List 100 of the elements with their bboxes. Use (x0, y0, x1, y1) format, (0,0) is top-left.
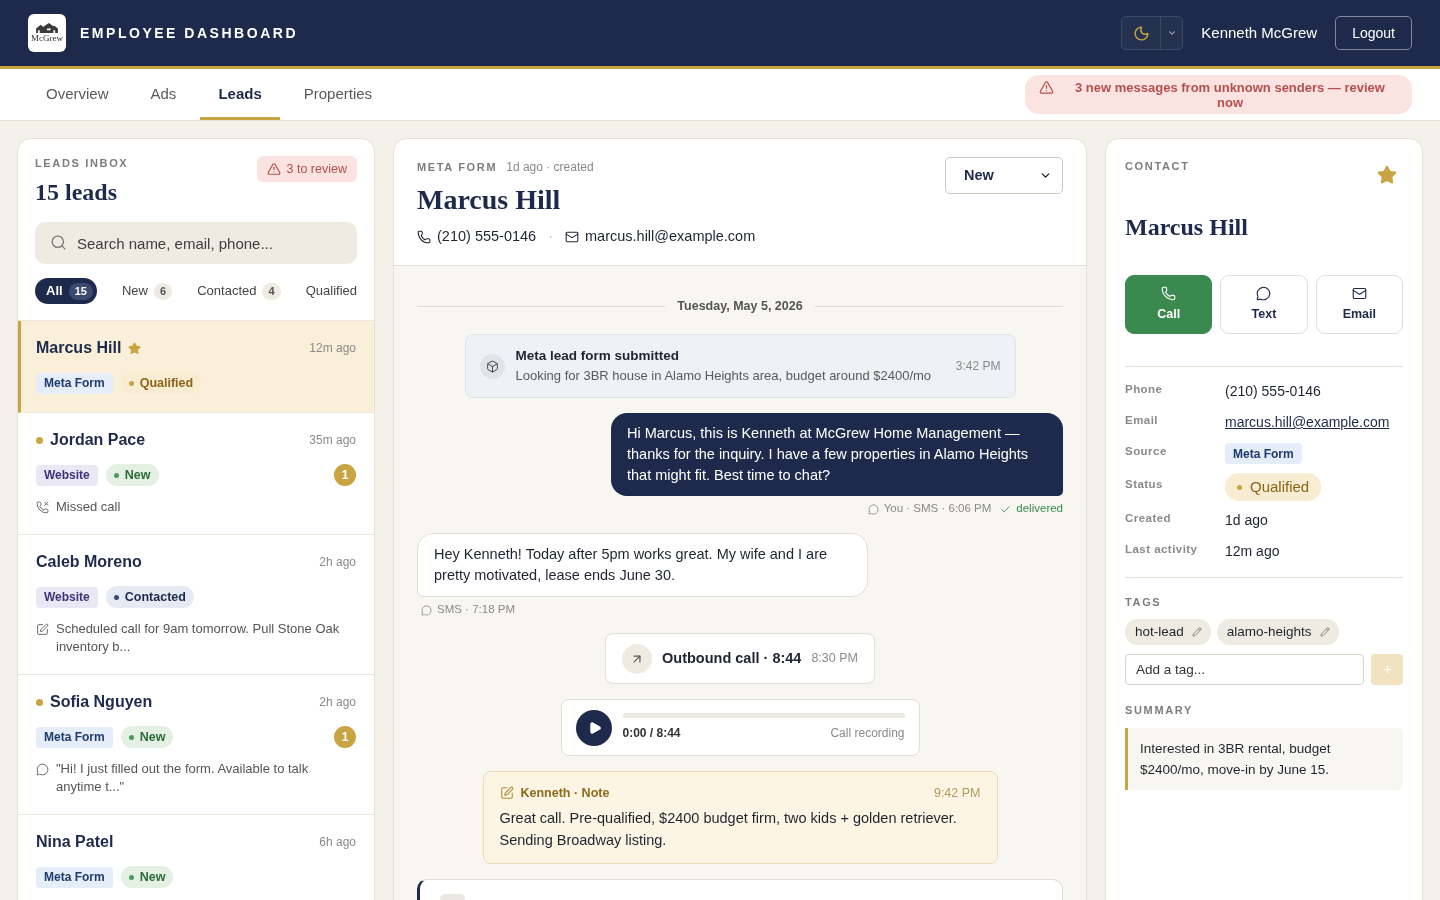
source-tag: Meta Form (36, 726, 113, 748)
lead-name: Nina Patel (36, 832, 114, 852)
alert-text: 3 new messages from unknown senders — review now (1074, 80, 1386, 110)
lead-time: 2h ago (319, 554, 356, 571)
nav-tab[interactable]: Ads (132, 69, 195, 120)
warning-icon (266, 162, 281, 176)
play-button[interactable] (575, 709, 612, 746)
field-label: Last activity (1125, 541, 1199, 557)
unread-count: 1 (334, 464, 356, 486)
nav-tab[interactable]: Properties (285, 69, 391, 120)
source-tag: Website (36, 586, 98, 608)
section-label: TAGS (1125, 595, 1163, 609)
pen-square-icon (36, 622, 49, 636)
pencil-icon[interactable] (1191, 627, 1202, 637)
pencil-icon[interactable] (1319, 627, 1330, 637)
call-button[interactable]: Call (1125, 275, 1213, 334)
count-badge: 4 (262, 282, 281, 300)
lead-time: 35m ago (309, 432, 356, 449)
source-tag: Meta Form (36, 866, 113, 888)
leads-count: 15 leads (35, 178, 118, 207)
message-meta: You · SMS · 6:06 PM (883, 501, 992, 517)
phone-icon (417, 230, 431, 244)
field-label: Status (1125, 477, 1164, 493)
date-label: Tuesday, May 5, 2026 (677, 297, 803, 315)
nav-tab[interactable]: Leads (200, 69, 280, 120)
status-label: Contacted (124, 588, 186, 606)
section-label: CONTACT (1125, 159, 1190, 173)
field-value: 12m ago (1225, 542, 1280, 561)
count-badge: 6 (154, 282, 173, 300)
email-address: marcus.hill@example.com (585, 227, 756, 247)
lead-row[interactable]: Marcus Hill 12m ago Meta Form Qualified (18, 321, 374, 413)
event-title: Meta lead form submitted (515, 347, 681, 365)
filter-chip[interactable]: New 6 (121, 278, 173, 304)
nav-tab[interactable]: Overview (28, 69, 127, 120)
field-value: (210) 555-0146 (1225, 382, 1321, 401)
missed-call-icon (36, 500, 49, 514)
cube-icon (479, 353, 505, 379)
progress-track[interactable] (622, 713, 905, 718)
lead-name: Sofia Nguyen (50, 692, 153, 712)
field-label: Created (1125, 510, 1173, 526)
note-text: Great call. Pre-qualified, $2400 budget firm, two kids + golden retriever. Sending Broadway listing. (499, 809, 958, 850)
note-author: Kenneth · Note (520, 784, 610, 802)
activity-text: "Hi! I just filled out the form. Available to talk anytime t..." (56, 760, 310, 796)
tag-input[interactable]: Add a tag... (1125, 654, 1364, 685)
mail-icon (565, 230, 579, 244)
caret-icon (1166, 28, 1177, 38)
search-field[interactable]: Search name, email, phone... (35, 222, 357, 264)
lead-time: 6h ago (319, 834, 356, 851)
phone-icon (1161, 285, 1177, 301)
play-icon (587, 720, 602, 735)
plus-icon (1381, 664, 1393, 675)
tag-label: hot-lead (1135, 622, 1184, 641)
lead-time: 2h ago (319, 694, 356, 711)
activity-text: Scheduled call for 9am tomorrow. Pull Stone Oak inventory b... (56, 620, 341, 656)
review-text: 3 to review (286, 160, 347, 178)
status-label: Qualified (139, 374, 194, 392)
phone-number: (210) 555-0146 (437, 227, 537, 247)
created-time: 1d ago · created (506, 159, 594, 176)
status-select[interactable]: New (945, 157, 1063, 194)
theme-toggle[interactable] (1121, 16, 1184, 50)
alert-banner[interactable]: 3 new messages from unknown senders — review now (1025, 75, 1412, 114)
email-button[interactable]: Email (1315, 275, 1403, 334)
email-link[interactable]: marcus.hill@example.com (1225, 412, 1390, 433)
mail-icon (1351, 285, 1367, 301)
star-icon[interactable] (1377, 165, 1397, 185)
source-tag: Meta Form (1225, 443, 1302, 464)
field-label: Phone (1125, 381, 1164, 397)
recording-label: Call recording (830, 725, 905, 742)
activity-text: Missed call (56, 498, 121, 516)
status-label: Qualified (1250, 476, 1310, 497)
note-time: 9:42 PM (933, 784, 981, 802)
section-label: SUMMARY (1125, 703, 1194, 717)
logo-text: McGrew (31, 32, 63, 44)
filter-chip[interactable]: All 15 (35, 278, 97, 304)
lead-name: Marcus Hill (36, 338, 122, 358)
arrow-up-right-icon (622, 643, 653, 674)
delivery-status: delivered (1016, 501, 1063, 517)
filter-chip[interactable]: Contacted 4 (197, 278, 281, 304)
source-tag: Meta Form (36, 372, 113, 394)
chat-bubble-icon (421, 604, 432, 616)
logout-button[interactable]: Logout (1335, 16, 1412, 50)
call-time: 8:30 PM (811, 650, 858, 668)
event-time: 3:42 PM (955, 358, 1001, 375)
field-label: Email (1125, 412, 1159, 428)
lead-name: Caleb Moreno (36, 552, 142, 572)
status-label: New (124, 466, 151, 484)
review-badge[interactable]: 3 to review (256, 156, 357, 182)
contact-name: Marcus Hill (1125, 213, 1249, 242)
status-label: New (139, 868, 166, 886)
house-icon (35, 22, 59, 33)
source-tag: Website (36, 464, 98, 486)
text-button[interactable]: Text (1220, 275, 1308, 334)
warning-icon (1039, 80, 1054, 95)
unread-count: 1 (334, 726, 356, 748)
source-label: META FORM (417, 159, 498, 175)
chat-bubble-icon (1256, 285, 1272, 301)
filter-chip[interactable]: Qualified (305, 278, 357, 304)
event-text: Looking for 3BR house in Alamo Heights area, budget around $2400/mo (515, 367, 933, 385)
call-title: Outbound call · 8:44 (662, 648, 802, 668)
summary-text: Interested in 3BR rental, budget $2400/mo, move-in by June 15. (1125, 728, 1403, 790)
